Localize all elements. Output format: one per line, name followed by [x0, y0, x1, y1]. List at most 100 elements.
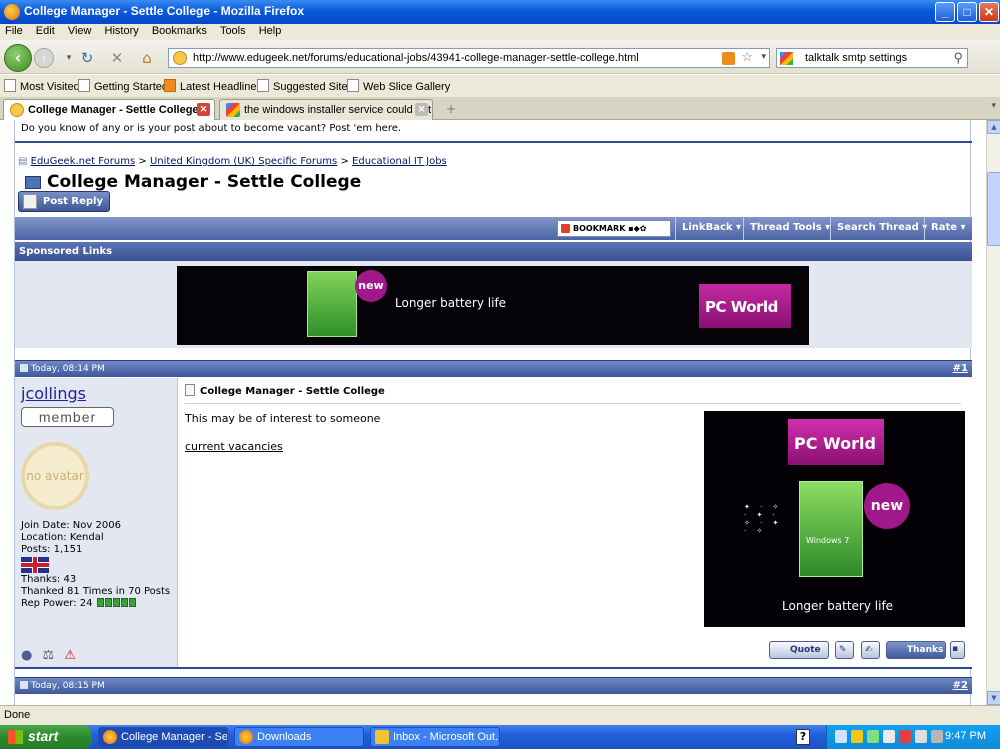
back-arrow-icon[interactable]: ‹ — [4, 44, 32, 72]
header-divider — [15, 141, 972, 143]
pcworld-square-ad[interactable]: PC World ✦ · ✧ · ✦ · ✧ · ✦ · ✧ Windows 7… — [704, 411, 965, 627]
post-date: Today, 08:15 PM — [20, 681, 105, 691]
search-thread-menu[interactable]: Search Thread ▾ — [830, 217, 927, 240]
volume-icon[interactable] — [915, 730, 927, 743]
tab-college-manager[interactable]: College Manager - Settle College ✕ — [3, 99, 215, 120]
menu-view[interactable]: View — [63, 24, 97, 37]
google-favicon-icon — [226, 103, 240, 117]
rep-bar-icon — [104, 598, 112, 607]
close-window-button[interactable]: ✕ — [979, 2, 999, 22]
breadcrumb: ▤ EduGeek.net Forums > United Kingdom (U… — [18, 156, 447, 167]
quote-button[interactable]: Quote — [769, 641, 829, 659]
current-vacancies-link[interactable]: current vacancies — [185, 440, 283, 453]
bookmark-suggested-sites[interactable]: Suggested Sites — [257, 79, 353, 93]
ad-new-badge: new — [355, 270, 387, 302]
taskbar-item-outlook[interactable]: Inbox - Microsoft Out... — [370, 727, 500, 747]
report-post-icon[interactable]: ▪ — [950, 641, 965, 659]
close-tab-icon[interactable]: ✕ — [197, 103, 210, 116]
forward-arrow-icon[interactable]: › — [34, 48, 54, 68]
window-titlebar: College Manager - Settle College - Mozil… — [0, 0, 1000, 24]
forum-content: Do you know of any or is your post about… — [14, 120, 972, 705]
taskbar-item-firefox[interactable]: College Manager - Se... — [98, 727, 228, 747]
url-dropdown-icon[interactable]: ▾ — [761, 51, 766, 62]
multiquote-icon[interactable]: ✎ — [835, 641, 854, 659]
menu-bookmarks[interactable]: Bookmarks — [147, 24, 212, 37]
update-icon[interactable] — [883, 730, 895, 743]
scroll-up-icon[interactable]: ▲ — [987, 120, 1000, 134]
url-bar[interactable]: http://www.edugeek.net/forums/educationa… — [168, 48, 770, 68]
maximize-button[interactable]: □ — [957, 2, 977, 22]
minimize-button[interactable]: _ — [935, 2, 955, 22]
system-tray: 9:47 PM — [826, 725, 1000, 749]
navigation-toolbar: ‹ › ▾ ↻ ✕ ⌂ http://www.edugeek.net/forum… — [0, 40, 1000, 110]
search-value: talktalk smtp settings — [805, 52, 908, 64]
windows-taskbar: start College Manager - Se... Downloads … — [0, 725, 1000, 749]
bookmark-most-visited[interactable]: Most Visited — [4, 79, 80, 93]
user-action-icons: ● ⚖ ⚠ — [21, 648, 82, 663]
tab-windows-installer[interactable]: the windows installer service could not … — [219, 99, 433, 120]
quick-reply-icon[interactable]: ✍ — [861, 641, 880, 659]
security-shield-icon[interactable] — [851, 730, 863, 743]
post-number-link[interactable]: #1 — [953, 363, 968, 374]
usb-icon[interactable] — [931, 730, 943, 743]
search-input[interactable]: talktalk smtp settings ⚲ — [776, 48, 968, 68]
post-header: Today, 08:15 PM #2 — [15, 677, 972, 694]
page-icon — [257, 79, 269, 92]
menu-help[interactable]: Help — [254, 24, 287, 37]
google-engine-icon[interactable] — [780, 52, 793, 65]
firefox-logo-icon — [4, 4, 20, 20]
site-identity-icon[interactable] — [173, 51, 187, 65]
linkback-menu[interactable]: LinkBack ▾ — [675, 217, 743, 240]
post-reply-button[interactable]: Post Reply — [18, 191, 110, 212]
menu-edit[interactable]: Edit — [31, 24, 60, 37]
breadcrumb-link-jobs[interactable]: Educational IT Jobs — [352, 156, 447, 167]
pcworld-banner-ad[interactable]: new Longer battery life PC World — [177, 266, 809, 345]
bookmark-web-slice-gallery[interactable]: Web Slice Gallery — [347, 79, 450, 93]
breadcrumb-link-uk[interactable]: United Kingdom (UK) Specific Forums — [150, 156, 337, 167]
outlook-icon — [375, 730, 389, 744]
menu-file[interactable]: File — [0, 24, 28, 37]
firefox-icon — [239, 730, 253, 744]
scales-report-icon[interactable]: ⚖ — [42, 648, 54, 663]
bookmark-latest-headlines[interactable]: Latest Headlines — [164, 79, 262, 93]
post-date: Today, 08:14 PM — [20, 364, 105, 374]
network-icon[interactable] — [835, 730, 847, 743]
menu-history[interactable]: History — [100, 24, 144, 37]
thanks-button[interactable]: Thanks — [886, 641, 946, 659]
windows-logo-icon — [8, 730, 23, 744]
scrollbar-thumb[interactable] — [987, 172, 1000, 246]
thread-icon — [25, 176, 41, 189]
reload-icon[interactable]: ↻ — [78, 49, 96, 67]
rss-feed-icon[interactable] — [722, 52, 735, 65]
history-dropdown-icon[interactable]: ▾ — [60, 49, 78, 67]
tab-list-dropdown-icon[interactable]: ▾ — [991, 101, 996, 111]
social-bookmark-button[interactable]: BOOKMARK ▪◆✿ — [557, 220, 671, 237]
taskbar-item-downloads[interactable]: Downloads — [234, 727, 364, 747]
menu-bar: File Edit View History Bookmarks Tools H… — [0, 24, 1000, 40]
bookmark-getting-started[interactable]: Getting Started — [78, 79, 168, 93]
menu-tools[interactable]: Tools — [215, 24, 251, 37]
folder-icon — [4, 79, 16, 92]
start-button[interactable]: start — [0, 725, 92, 749]
home-icon[interactable]: ⌂ — [138, 49, 156, 67]
scroll-down-icon[interactable]: ▼ — [987, 691, 1000, 705]
help-icon[interactable]: ? — [796, 729, 810, 745]
rate-menu[interactable]: Rate ▾ — [924, 217, 972, 240]
bookmark-star-icon[interactable]: ☆ — [741, 49, 753, 65]
rep-bar-icon — [120, 598, 128, 607]
wireless-icon[interactable] — [867, 730, 879, 743]
close-tab-icon[interactable]: ✕ — [415, 103, 428, 116]
rep-power: Rep Power: 24 — [21, 598, 170, 610]
breadcrumb-link-forums[interactable]: EduGeek.net Forums — [31, 156, 136, 167]
new-tab-icon[interactable]: + — [440, 100, 462, 119]
thread-tools-menu[interactable]: Thread Tools ▾ — [743, 217, 830, 240]
ad-new-badge: new — [864, 483, 910, 529]
vertical-scrollbar[interactable]: ▲ ▼ — [986, 120, 1000, 705]
search-icon[interactable]: ⚲ — [953, 50, 963, 66]
stop-icon[interactable]: ✕ — [108, 49, 126, 67]
username-link[interactable]: jcollings — [21, 384, 86, 403]
warning-report-icon[interactable]: ⚠ — [64, 648, 76, 663]
antivirus-icon[interactable] — [899, 730, 911, 743]
post-message: This may be of interest to someone — [185, 412, 381, 425]
post-number-link[interactable]: #2 — [953, 680, 968, 691]
